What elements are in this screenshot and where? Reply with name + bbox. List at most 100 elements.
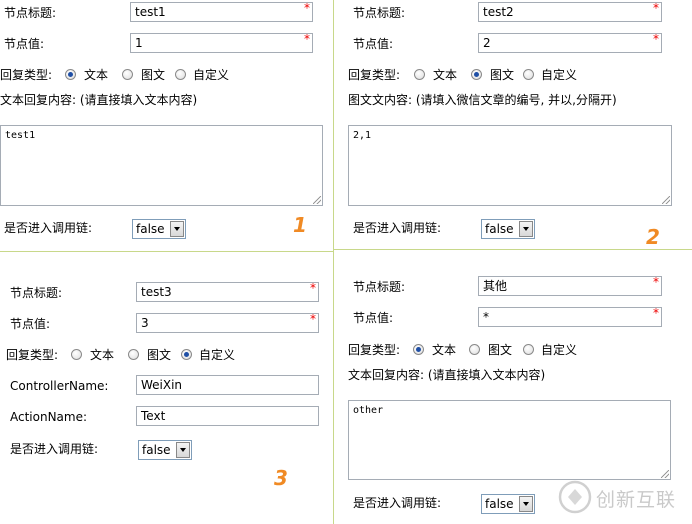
node-value-value: 3 xyxy=(141,316,149,330)
chain-select-value: false xyxy=(136,222,165,236)
chain-select-value: false xyxy=(485,497,514,511)
content-label: 文本回复内容: (请直接填入文本内容) xyxy=(0,93,198,107)
radio-image-text[interactable] xyxy=(469,344,480,355)
reply-type-label: 回复类型: xyxy=(6,348,59,362)
resize-grip-icon[interactable] xyxy=(313,196,321,204)
node-value-input[interactable]: 1 * xyxy=(130,32,313,53)
reply-content-value: test1 xyxy=(5,130,36,141)
node-title-label: 节点标题: xyxy=(353,6,406,20)
radio-text-label: 文本 xyxy=(433,68,458,82)
content-label: 图文文内容: (请填入微信文章的编号, 并以,分隔开) xyxy=(348,93,617,107)
node-value-label: 节点值: xyxy=(353,311,394,325)
chain-select[interactable]: false xyxy=(132,219,186,239)
watermark-logo: 创新互联 xyxy=(556,478,690,516)
reply-content-textarea[interactable]: test1 xyxy=(0,125,323,206)
controller-name-value: WeiXin xyxy=(141,378,183,392)
panel-number: 2 xyxy=(646,225,660,249)
radio-image-text[interactable] xyxy=(471,69,482,80)
node-title-input[interactable]: test1 * xyxy=(130,1,313,22)
radio-image-text-label: 图文 xyxy=(147,348,172,362)
content-label: 文本回复内容: (请直接填入文本内容) xyxy=(348,368,546,382)
chain-label: 是否进入调用链: xyxy=(10,442,99,456)
required-mark: * xyxy=(653,32,659,46)
logo-icon xyxy=(558,480,592,514)
required-mark: * xyxy=(304,1,310,15)
node-title-input[interactable]: test2 * xyxy=(478,1,662,22)
node-title-input[interactable]: 其他 * xyxy=(478,275,662,296)
radio-custom-label: 自定义 xyxy=(199,348,236,362)
chevron-down-icon[interactable] xyxy=(519,221,533,237)
node-title-label: 节点标题: xyxy=(353,280,406,294)
required-mark: * xyxy=(653,1,659,15)
action-name-label: ActionName: xyxy=(10,410,88,424)
node-title-label: 节点标题: xyxy=(10,286,63,300)
panel-number: 1 xyxy=(293,213,307,237)
panel-number: 3 xyxy=(274,466,288,490)
required-mark: * xyxy=(304,32,310,46)
radio-custom[interactable] xyxy=(175,69,186,80)
node-value-value: * xyxy=(483,310,489,324)
controller-name-label: ControllerName: xyxy=(10,379,109,393)
resize-grip-icon[interactable] xyxy=(661,470,669,478)
radio-custom[interactable] xyxy=(181,349,192,360)
reply-content-textarea[interactable]: other xyxy=(348,400,671,480)
radio-text[interactable] xyxy=(71,349,82,360)
radio-custom-label: 自定义 xyxy=(193,68,230,82)
node-value-label: 节点值: xyxy=(4,37,45,51)
resize-grip-icon[interactable] xyxy=(662,196,670,204)
chevron-down-icon[interactable] xyxy=(176,442,190,458)
horizontal-divider-left xyxy=(0,251,333,252)
chevron-down-icon[interactable] xyxy=(170,221,184,237)
reply-content-value: 2,1 xyxy=(353,130,372,141)
vertical-divider xyxy=(333,0,334,524)
node-value-label: 节点值: xyxy=(10,317,51,331)
required-mark: * xyxy=(653,306,659,320)
chain-select[interactable]: false xyxy=(138,440,192,460)
reply-content-value: other xyxy=(353,405,384,416)
reply-type-label: 回复类型: xyxy=(0,68,53,82)
radio-image-text[interactable] xyxy=(122,69,133,80)
required-mark: * xyxy=(653,275,659,289)
radio-image-text-label: 图文 xyxy=(141,68,166,82)
radio-custom-label: 自定义 xyxy=(541,68,578,82)
chain-label: 是否进入调用链: xyxy=(353,221,442,235)
reply-type-label: 回复类型: xyxy=(348,343,401,357)
action-name-value: Text xyxy=(141,409,166,423)
radio-text-label: 文本 xyxy=(84,68,109,82)
node-title-value: 其他 xyxy=(483,279,508,293)
chain-select-value: false xyxy=(485,222,514,236)
radio-text[interactable] xyxy=(413,344,424,355)
node-value-input[interactable]: 3 * xyxy=(136,312,319,333)
node-title-value: test2 xyxy=(483,5,514,19)
controller-name-input[interactable]: WeiXin xyxy=(136,375,319,395)
chevron-down-icon[interactable] xyxy=(519,496,533,512)
node-value-input[interactable]: 2 * xyxy=(478,32,662,53)
radio-text[interactable] xyxy=(65,69,76,80)
node-value-label: 节点值: xyxy=(353,37,394,51)
chain-label: 是否进入调用链: xyxy=(4,221,93,235)
chain-select[interactable]: false xyxy=(481,494,535,514)
radio-custom-label: 自定义 xyxy=(541,343,578,357)
reply-content-textarea[interactable]: 2,1 xyxy=(348,125,672,206)
node-title-value: test1 xyxy=(135,5,166,19)
chain-label: 是否进入调用链: xyxy=(353,496,442,510)
chain-select-value: false xyxy=(142,443,171,457)
action-name-input[interactable]: Text xyxy=(136,406,319,426)
radio-custom[interactable] xyxy=(523,344,534,355)
radio-text-label: 文本 xyxy=(432,343,457,357)
required-mark: * xyxy=(310,312,316,326)
radio-image-text[interactable] xyxy=(128,349,139,360)
logo-text: 创新互联 xyxy=(596,489,677,511)
horizontal-divider-right xyxy=(334,249,692,250)
radio-custom[interactable] xyxy=(523,69,534,80)
required-mark: * xyxy=(310,281,316,295)
reply-type-label: 回复类型: xyxy=(348,68,401,82)
radio-image-text-label: 图文 xyxy=(490,68,515,82)
node-title-input[interactable]: test3 * xyxy=(136,281,319,302)
radio-image-text-label: 图文 xyxy=(488,343,513,357)
node-value-input[interactable]: * * xyxy=(478,306,662,327)
node-value-value: 1 xyxy=(135,36,143,50)
node-value-value: 2 xyxy=(483,36,491,50)
radio-text[interactable] xyxy=(414,69,425,80)
chain-select[interactable]: false xyxy=(481,219,535,239)
